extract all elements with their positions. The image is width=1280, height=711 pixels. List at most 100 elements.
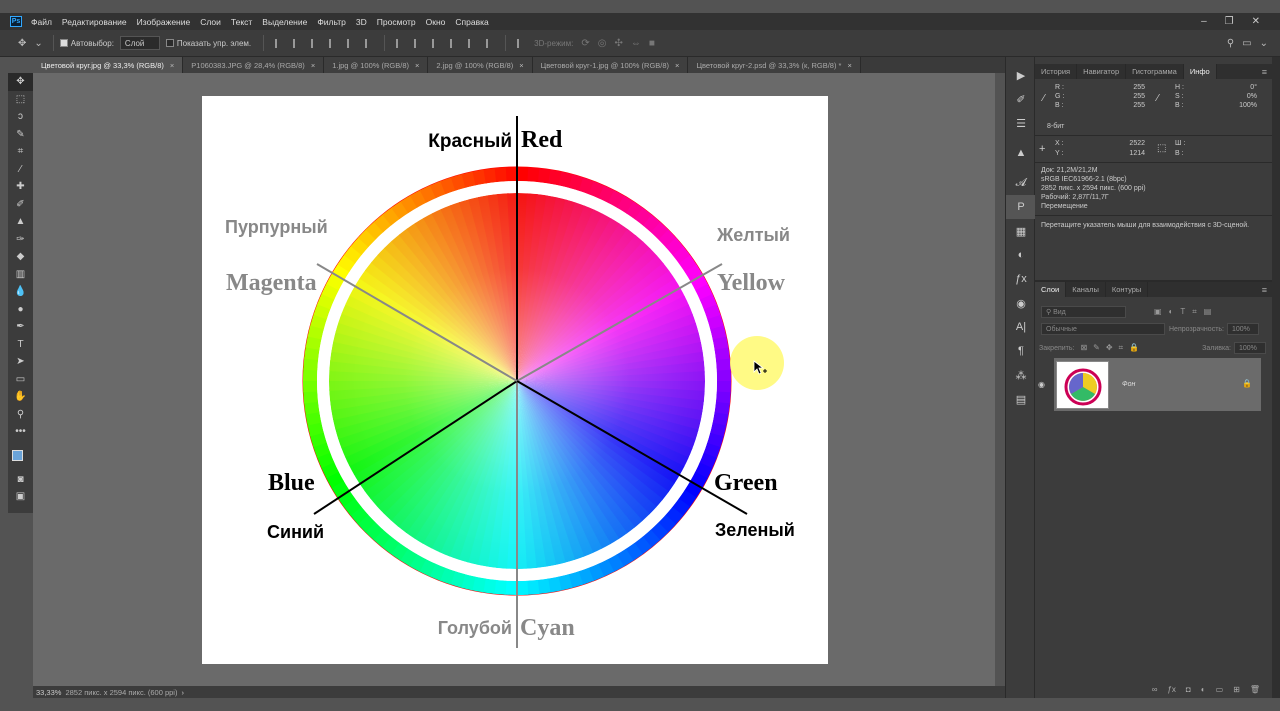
clone-source-icon[interactable]: ▲ [1006,141,1036,165]
orbit-3d-icon[interactable]: ⟳ [581,38,589,49]
tab-doc-1[interactable]: Цветовой круг.jpg @ 33,3% (RGB/8) × [33,57,184,73]
lasso-tool-icon[interactable]: ↄ [8,108,33,126]
menu-layers[interactable]: Слои [200,17,221,27]
crop-tool-icon[interactable]: ⌗ [8,143,33,161]
new-group-icon[interactable]: ▭ [1216,685,1224,694]
blur-tool-icon[interactable]: 💧 [8,283,33,301]
tab-channels[interactable]: Каналы [1066,282,1106,297]
roll-3d-icon[interactable]: ◎ [598,38,607,49]
tab-navigator[interactable]: Навигатор [1077,64,1127,79]
new-layer-icon[interactable]: ⊞ [1233,685,1240,694]
delete-layer-icon[interactable]: 🗑 [1250,685,1260,694]
blend-mode-select[interactable]: Обычные [1041,323,1165,335]
tab-doc-4[interactable]: 2.jpg @ 100% (RGB/8) × [428,57,533,73]
tab-doc-3[interactable]: 1.jpg @ 100% (RGB/8) × [324,57,429,73]
tab-histogram[interactable]: Гистограмма [1126,64,1184,79]
chevron-down-icon[interactable]: ⌄ [34,38,42,49]
menu-type[interactable]: Текст [231,17,252,27]
menu-select[interactable]: Выделение [262,17,307,27]
stamp-tool-icon[interactable]: ▲ [8,213,33,231]
glyphs-icon[interactable]: 𝓐 [1006,171,1036,195]
healing-tool-icon[interactable]: ✚ [8,178,33,196]
char-styles-icon[interactable]: ⁂ [1006,363,1036,387]
tab-doc-5[interactable]: Цветовой круг-1.jpg @ 100% (RGB/8) × [532,57,689,73]
path-select-tool-icon[interactable]: ➤ [8,353,33,371]
properties-icon[interactable]: ▤ [1006,387,1036,411]
quick-select-tool-icon[interactable]: ✎ [8,126,33,144]
panel-menu-icon[interactable]: ≡ [1262,282,1272,297]
layer-filter-select[interactable]: ⚲ Вид [1041,306,1126,318]
distribute-top-icon[interactable] [396,38,404,48]
status-arrow-icon[interactable]: › [181,688,184,697]
menu-filter[interactable]: Фильтр [317,17,346,27]
menu-view[interactable]: Просмотр [377,17,416,27]
tab-doc-2[interactable]: P1060383.JPG @ 28,4% (RGB/8) × [183,57,325,73]
move-tool-preset-icon[interactable]: ✥ [18,38,26,49]
align-top-icon[interactable] [275,38,283,48]
align-hcenter-icon[interactable] [347,38,355,48]
eraser-tool-icon[interactable]: ◆ [8,248,33,266]
distribute-left-icon[interactable] [450,38,458,48]
tab-doc-6[interactable]: Цветовой круг-2.psd @ 33,3% (к, RGB/8) *… [688,57,861,73]
menu-window[interactable]: Окно [426,17,446,27]
distribute-hcenter-icon[interactable] [468,38,476,48]
layer-lock-icon[interactable]: 🔒 [1242,379,1252,388]
camera-3d-icon[interactable]: ■ [649,38,655,49]
grid-icon[interactable]: ▦ [1006,219,1036,243]
quick-mask-icon[interactable]: ◙ [8,471,33,489]
autoselect-checkbox[interactable] [59,39,68,47]
history-brush-tool-icon[interactable]: ✑ [8,231,33,249]
distribute-vcenter-icon[interactable] [414,38,422,48]
gradient-tool-icon[interactable]: ▥ [8,266,33,284]
slide-3d-icon[interactable]: ⇔ [631,38,641,49]
eyedropper-tool-icon[interactable]: ⁄ [8,161,33,179]
auto-align-icon[interactable] [517,38,525,48]
visibility-eye-icon[interactable]: ◉ [1038,380,1045,389]
tab-paths[interactable]: Контуры [1106,282,1149,297]
tab-layers[interactable]: Слои [1035,282,1067,297]
zoom-tool-icon[interactable]: ⚲ [8,406,33,424]
minimize-button[interactable]: – [1201,16,1207,27]
paragraph-styles-icon[interactable]: P [1006,195,1036,219]
chevron-down-icon[interactable]: ⌄ [1260,38,1268,49]
opacity-value[interactable]: 100% [1227,323,1259,335]
autoselect-dropdown[interactable]: Слой [119,36,160,50]
styles-icon[interactable]: ƒx [1006,267,1036,291]
align-vcenter-icon[interactable] [293,38,301,48]
layer-row-background[interactable]: Фон 🔒 [1054,358,1261,411]
tab-info[interactable]: Инфо [1183,64,1217,79]
marquee-tool-icon[interactable]: ⬚ [8,91,33,109]
workspace-icon[interactable]: ▭ [1242,38,1251,49]
panel-menu-icon[interactable]: ≡ [1262,64,1272,79]
shape-tool-icon[interactable]: ▭ [8,371,33,389]
menu-image[interactable]: Изображение [137,17,191,27]
restore-button[interactable]: ❐ [1225,16,1234,27]
search-icon[interactable]: ⚲ [1227,38,1234,49]
add-mask-icon[interactable]: ◘ [1186,685,1191,694]
dodge-tool-icon[interactable]: ● [8,301,33,319]
panel-scrollbar[interactable] [1272,57,1280,698]
close-icon[interactable]: × [415,61,419,70]
adjust-icon[interactable]: ☰ [1006,111,1036,135]
menu-3d[interactable]: 3D [356,17,367,27]
align-bottom-icon[interactable] [311,38,319,48]
layer-name[interactable]: Фон [1122,381,1135,388]
close-icon[interactable]: × [311,61,315,70]
align-left-icon[interactable] [329,38,337,48]
foreground-color-swatch[interactable] [12,450,23,461]
close-icon[interactable]: × [847,61,851,70]
drag-3d-icon[interactable]: ✣ [615,38,623,49]
adjustments-icon[interactable]: ◐ [1006,243,1036,267]
layer-style-icon[interactable]: ƒx [1167,685,1175,694]
menu-file[interactable]: Файл [31,17,52,27]
more-tools-icon[interactable]: ••• [8,423,33,441]
menu-edit[interactable]: Редактирование [62,17,127,27]
screen-mode-icon[interactable]: ▣ [8,488,33,506]
libraries-icon[interactable]: ◉ [1006,291,1036,315]
fill-value[interactable]: 100% [1234,342,1266,354]
paragraph-icon[interactable]: ¶ [1006,339,1036,363]
adjustment-layer-icon[interactable]: ◐ [1201,685,1206,694]
lock-icons[interactable]: ⊠✎✥⌗🔒 [1080,343,1145,353]
brush-settings-icon[interactable]: ✐ [1006,87,1036,111]
show-transform-checkbox[interactable] [165,39,174,47]
